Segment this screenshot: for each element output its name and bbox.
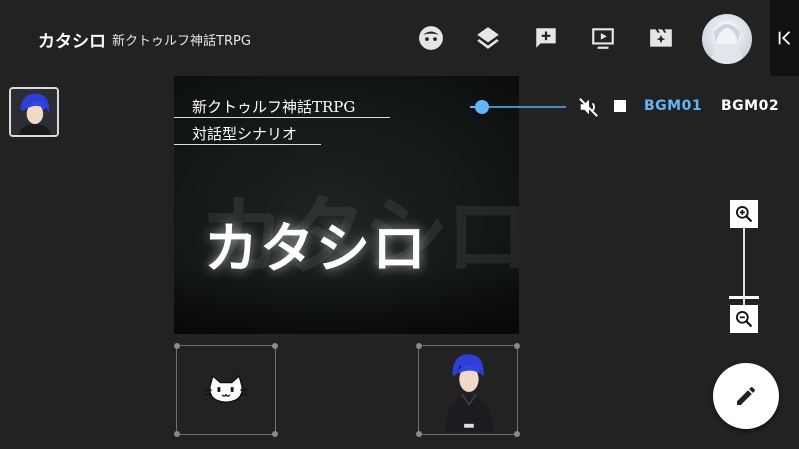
bgm-tab-1[interactable]: BGM01 [644,98,702,114]
collapse-left-icon[interactable] [770,0,799,76]
bgm-volume-slider[interactable] [470,96,566,118]
bgm-tab-2[interactable]: BGM02 [721,98,779,114]
stage-title: カタシロ [204,216,428,280]
stage-subtitle-line1: 新クトゥルフ神話TRPG [192,98,356,116]
app-subtitle: 新クトゥルフ神話TRPG [112,34,251,49]
face-icon[interactable] [417,24,445,52]
zoom-rail[interactable] [743,228,745,306]
item-slot-1[interactable] [174,343,278,437]
main-stage: カタシロ 新クトゥルフ神話TRPG 対話型シナリオ カタシロ [174,76,519,334]
top-app-bar: カタシロ 新クトゥルフ神話TRPG [0,0,770,76]
zoom-out-icon[interactable] [730,305,758,333]
app-title: カタシロ [38,32,106,52]
pencil-icon [737,386,756,405]
user-avatar[interactable] [702,14,752,64]
mute-icon[interactable] [578,96,600,118]
stage-subtitle-line2: 対話型シナリオ [192,125,298,143]
add-comment-icon[interactable] [532,24,560,52]
movie-sparkle-icon[interactable] [647,24,675,52]
edit-fab[interactable] [713,363,779,429]
cat-icon [177,346,275,434]
zoom-in-icon[interactable] [730,200,758,228]
stop-icon[interactable] [614,100,626,112]
character-thumbnail[interactable] [9,87,59,137]
item-slot-2[interactable] [416,343,520,437]
zoom-handle[interactable] [729,296,759,299]
character-portrait [419,346,517,434]
play-screen-icon[interactable] [589,24,617,52]
stage-underline-2 [174,144,321,145]
slider-thumb[interactable] [474,100,489,114]
stage-underline-1 [174,117,390,118]
layers-icon[interactable] [474,24,502,52]
